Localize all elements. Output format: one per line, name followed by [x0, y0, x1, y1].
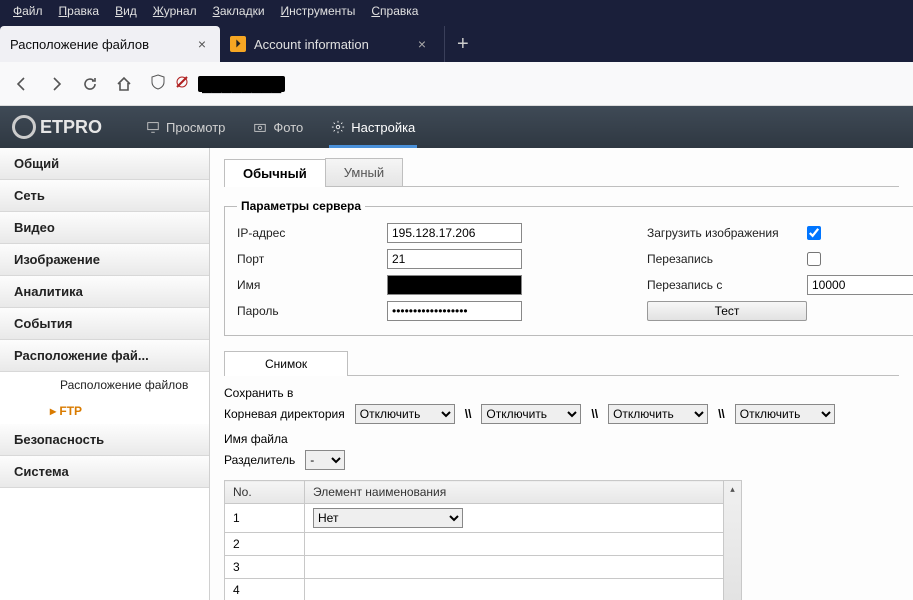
tab-normal[interactable]: Обычный: [224, 159, 326, 187]
menu-history[interactable]: Журнал: [145, 2, 205, 20]
browser-toolbar: ████████: [0, 62, 913, 106]
app-nav: Просмотр Фото Настройка: [132, 106, 429, 148]
camera-icon: [253, 120, 267, 134]
server-params-legend: Параметры сервера: [237, 199, 365, 213]
overwrite-from-input[interactable]: [807, 275, 913, 295]
overwrite-from-label: Перезапись с: [647, 278, 807, 292]
overwrite-checkbox[interactable]: [807, 252, 821, 266]
sidebar-item-image[interactable]: Изображение: [0, 244, 209, 276]
user-label: Имя: [237, 278, 387, 292]
ip-input[interactable]: [387, 223, 522, 243]
browser-tab-1[interactable]: Расположение файлов ×: [0, 26, 220, 62]
col-no: No.: [225, 481, 305, 504]
user-input[interactable]: [387, 275, 522, 295]
table-row[interactable]: 3: [225, 556, 724, 579]
snapshot-tabs: Снимок: [224, 350, 899, 376]
logo-icon: [12, 115, 36, 139]
ip-label: IP-адрес: [237, 226, 387, 240]
browser-tab-2[interactable]: ⏵ Account information ×: [220, 26, 440, 62]
forward-button[interactable]: [40, 68, 72, 100]
home-button[interactable]: [108, 68, 140, 100]
overwrite-label: Перезапись: [647, 252, 807, 266]
gear-icon: [331, 120, 345, 134]
monitor-icon: [146, 120, 160, 134]
url-text: ████████: [198, 76, 285, 92]
sidebar-item-analytics[interactable]: Аналитика: [0, 276, 209, 308]
server-params-group: Параметры сервера IP-адрес Загрузить изо…: [224, 199, 913, 336]
shield-icon[interactable]: [150, 74, 166, 93]
sidebar-item-general[interactable]: Общий: [0, 148, 209, 180]
tab-title: Account information: [254, 37, 410, 52]
browser-tabbar: Расположение файлов × ⏵ Account informat…: [0, 22, 913, 62]
content-area: Обычный Умный Параметры сервера IP-адрес…: [210, 148, 913, 600]
upload-label: Загрузить изображения: [647, 226, 807, 240]
scroll-up-icon[interactable]: ▴: [724, 481, 741, 497]
dir4-select[interactable]: Отключить: [735, 404, 835, 424]
nav-preview[interactable]: Просмотр: [132, 106, 239, 148]
row1-select[interactable]: Нет: [313, 508, 463, 528]
port-label: Порт: [237, 252, 387, 266]
pass-input[interactable]: [387, 301, 522, 321]
sidebar-item-events[interactable]: События: [0, 308, 209, 340]
port-input[interactable]: [387, 249, 522, 269]
tab-snapshot[interactable]: Снимок: [224, 351, 348, 376]
table-row[interactable]: 2: [225, 533, 724, 556]
menu-help[interactable]: Справка: [363, 2, 426, 20]
close-icon[interactable]: ×: [414, 36, 430, 52]
path-sep: \\: [465, 407, 472, 421]
tab-title: Расположение файлов: [10, 37, 190, 52]
table-scrollbar[interactable]: ▴: [724, 480, 742, 600]
filename-label: Имя файла: [224, 432, 899, 446]
browser-menubar: Файл Правка Вид Журнал Закладки Инструме…: [0, 0, 913, 22]
table-row[interactable]: 4: [225, 579, 724, 600]
new-tab-button[interactable]: +: [444, 26, 481, 62]
nav-photo[interactable]: Фото: [239, 106, 317, 148]
menu-view[interactable]: Вид: [107, 2, 145, 20]
test-button[interactable]: Тест: [647, 301, 807, 321]
reload-button[interactable]: [74, 68, 106, 100]
menu-file[interactable]: Файл: [5, 2, 51, 20]
sidebar-item-filelocation[interactable]: Расположение фай...: [0, 340, 209, 372]
path-sep: \\: [591, 407, 598, 421]
separator-select[interactable]: -: [305, 450, 345, 470]
back-button[interactable]: [6, 68, 38, 100]
save-block: Сохранить в Корневая директория Отключит…: [224, 386, 899, 470]
col-element: Элемент наименования: [305, 481, 724, 504]
url-bar[interactable]: ████████: [142, 69, 907, 99]
rootdir-label: Корневая директория: [224, 407, 345, 421]
path-sep: \\: [718, 407, 725, 421]
close-icon[interactable]: ×: [194, 36, 210, 52]
sidebar-item-system[interactable]: Система: [0, 456, 209, 488]
tab-smart[interactable]: Умный: [325, 158, 403, 186]
table-row[interactable]: 1 Нет: [225, 504, 724, 533]
sidebar-sub-ftp[interactable]: FTP: [0, 398, 209, 424]
mode-tabs: Обычный Умный: [224, 158, 899, 187]
separator-label: Разделитель: [224, 453, 295, 467]
site-icon: ⏵: [230, 36, 246, 52]
nav-settings[interactable]: Настройка: [317, 106, 429, 148]
menu-bookmarks[interactable]: Закладки: [205, 2, 273, 20]
sidebar-item-video[interactable]: Видео: [0, 212, 209, 244]
sidebar-sub-filelocation[interactable]: Расположение файлов: [0, 372, 209, 398]
dir1-select[interactable]: Отключить: [355, 404, 455, 424]
upload-checkbox[interactable]: [807, 226, 821, 240]
sidebar: Общий Сеть Видео Изображение Аналитика С…: [0, 148, 210, 600]
filename-table: No. Элемент наименования 1 Нет 2 3 4 5: [224, 480, 724, 600]
menu-edit[interactable]: Правка: [51, 2, 108, 20]
pass-label: Пароль: [237, 304, 387, 318]
dir3-select[interactable]: Отключить: [608, 404, 708, 424]
app-header: ETPRO Просмотр Фото Настройка: [0, 106, 913, 148]
dir2-select[interactable]: Отключить: [481, 404, 581, 424]
sidebar-item-network[interactable]: Сеть: [0, 180, 209, 212]
menu-tools[interactable]: Инструменты: [273, 2, 364, 20]
sidebar-item-security[interactable]: Безопасность: [0, 424, 209, 456]
save-label: Сохранить в: [224, 386, 899, 400]
app-logo[interactable]: ETPRO: [12, 115, 102, 139]
tracking-icon[interactable]: [174, 74, 190, 93]
